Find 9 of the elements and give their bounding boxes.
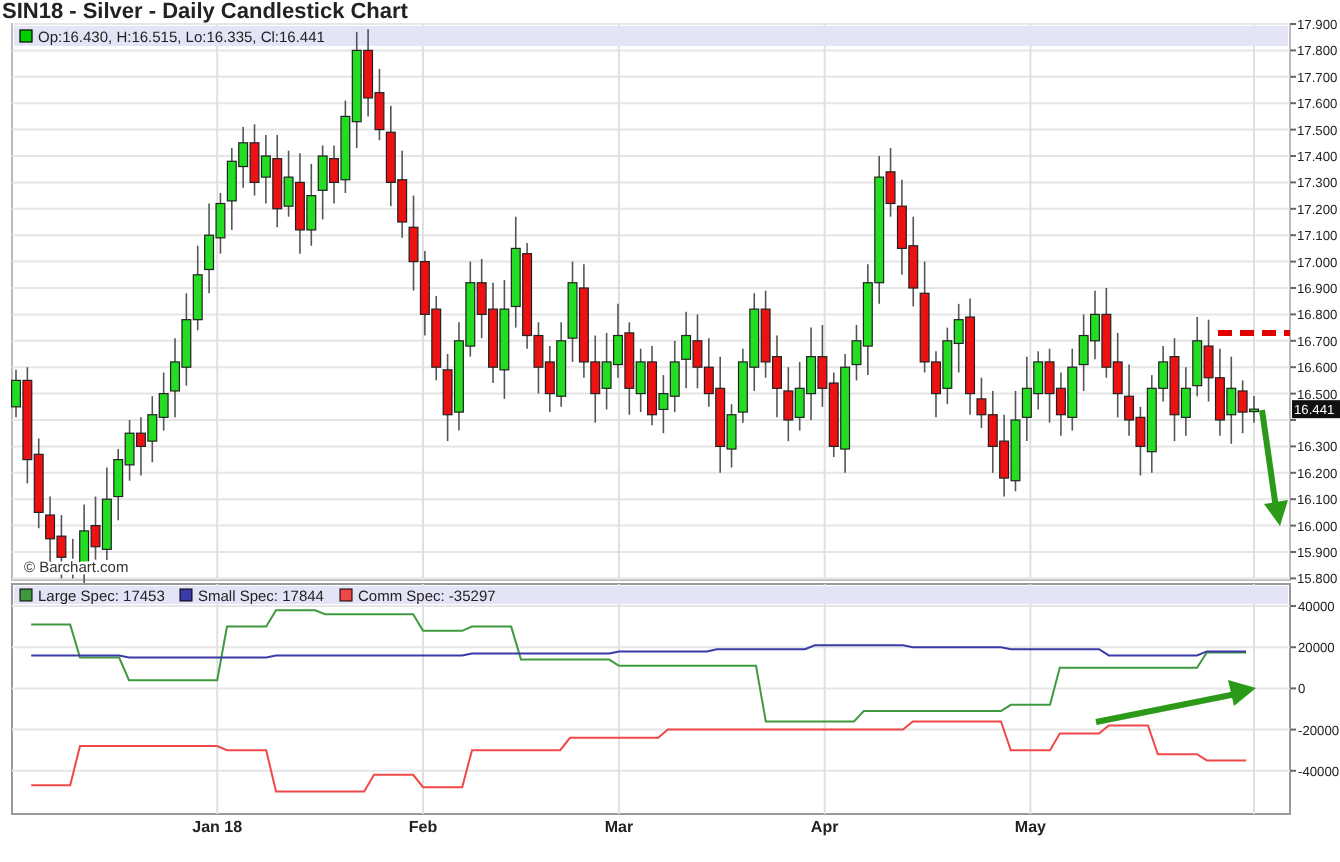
candle-legend-icon [19, 29, 33, 43]
x-axis-label: Jan 18 [192, 818, 243, 836]
trend-arrow [1259, 409, 1288, 526]
dashed-line [1218, 329, 1290, 336]
x-axis-label: Feb [408, 818, 438, 836]
x-axis-label: May [1014, 818, 1046, 836]
x-axis-label: Mar [604, 818, 634, 836]
x-axis-label: Apr [810, 818, 839, 836]
chart-title: SIN18 - Silver - Daily Candlestick Chart [0, 0, 410, 24]
